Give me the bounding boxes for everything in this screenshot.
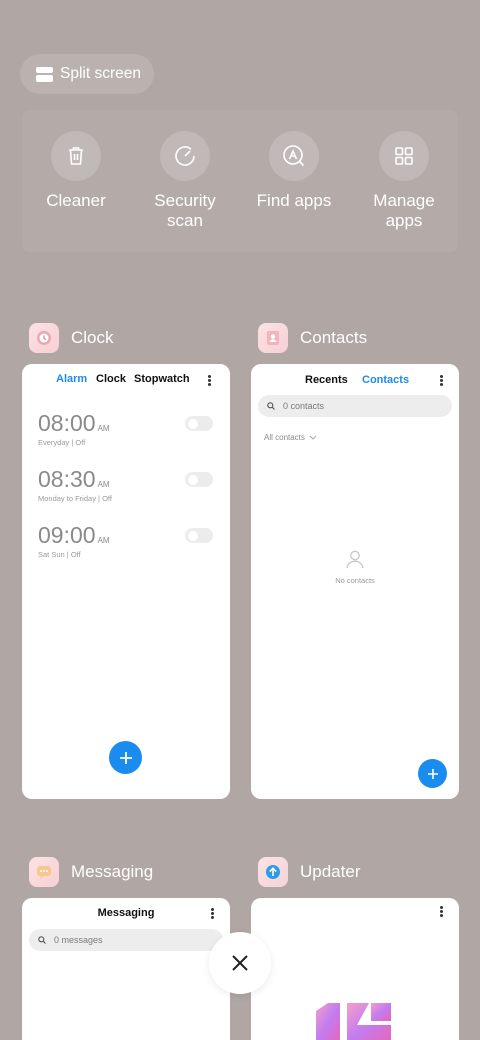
alarm-time: 09:00	[38, 522, 96, 548]
messaging-title: Messaging	[97, 907, 155, 919]
find-apps-button[interactable]: Find apps	[239, 131, 349, 211]
contacts-app-icon	[258, 323, 288, 353]
search-icon	[267, 402, 275, 410]
contacts-app-card[interactable]: Recents Contacts 0 contacts All contacts…	[251, 364, 459, 799]
tab-recents[interactable]: Recents	[305, 374, 348, 386]
more-options-icon[interactable]	[440, 906, 443, 917]
updater-app-header: Updater	[258, 857, 360, 887]
more-options-icon[interactable]	[211, 908, 214, 919]
tab-clock[interactable]: Clock	[96, 373, 126, 385]
plus-icon	[119, 751, 132, 764]
no-contacts-text: No contacts	[335, 576, 375, 585]
manage-apps-button[interactable]: Manage apps	[349, 131, 459, 231]
alarm-toggle[interactable]	[185, 472, 213, 487]
grid-icon	[379, 131, 429, 181]
alarm-toggle[interactable]	[185, 528, 213, 543]
tab-stopwatch[interactable]: Stopwatch	[134, 373, 190, 385]
clock-app-name: Clock	[71, 328, 114, 347]
messaging-app-name: Messaging	[71, 862, 154, 881]
messages-search-input[interactable]: 0 messages	[29, 929, 223, 951]
alarm-row[interactable]: 08:30 AM Monday to Friday | Off	[38, 466, 214, 510]
alarm-time: 08:30	[38, 466, 96, 492]
contacts-search-placeholder: 0 contacts	[283, 401, 325, 411]
clear-all-button[interactable]	[209, 932, 271, 994]
alarm-repeat: Everyday | Off	[38, 438, 86, 447]
split-screen-icon	[36, 66, 53, 82]
messaging-app-card[interactable]: Messaging 0 messages	[22, 898, 230, 1040]
tab-contacts[interactable]: Contacts	[362, 374, 409, 386]
alarm-toggle[interactable]	[185, 416, 213, 431]
clock-app-icon	[29, 323, 59, 353]
more-options-icon[interactable]	[208, 375, 211, 386]
split-screen-label: Split screen	[60, 65, 141, 82]
cleaner-label: Cleaner	[46, 191, 106, 210]
updater-app-card[interactable]	[251, 898, 459, 1040]
messaging-app-header: Messaging	[29, 857, 153, 887]
add-alarm-button[interactable]	[109, 741, 142, 774]
contacts-app-name: Contacts	[300, 328, 368, 347]
contacts-app-header: Contacts	[258, 323, 367, 353]
miui-14-logo	[316, 1003, 391, 1040]
close-icon	[232, 955, 248, 971]
alarm-time: 08:00	[38, 410, 96, 436]
updater-app-icon	[258, 857, 288, 887]
updater-app-name: Updater	[300, 862, 361, 881]
find-apps-icon	[269, 131, 319, 181]
alarm-repeat: Sat Sun | Off	[38, 550, 81, 559]
contacts-filter-label: All contacts	[264, 433, 305, 442]
security-scan-button[interactable]: Security scan	[130, 131, 240, 231]
split-screen-button[interactable]: Split screen	[20, 54, 154, 94]
plus-icon	[427, 768, 438, 779]
alarm-row[interactable]: 08:00 AM Everyday | Off	[38, 410, 214, 454]
contacts-search-input[interactable]: 0 contacts	[258, 395, 452, 417]
add-contact-button[interactable]	[418, 759, 447, 788]
messaging-app-icon	[29, 857, 59, 887]
more-options-icon[interactable]	[440, 375, 443, 386]
alarm-ampm: AM	[97, 424, 110, 433]
trash-icon	[51, 131, 101, 181]
messages-search-placeholder: 0 messages	[54, 935, 103, 945]
security-scan-label: Security scan	[154, 191, 216, 230]
find-apps-label: Find apps	[256, 191, 332, 210]
alarm-repeat: Monday to Friday | Off	[38, 494, 112, 503]
contacts-filter[interactable]: All contacts	[264, 433, 317, 442]
person-icon	[346, 550, 364, 569]
chevron-down-icon	[309, 435, 317, 440]
clock-app-card[interactable]: Alarm Clock Stopwatch 08:00 AM Everyday |…	[22, 364, 230, 799]
alarm-ampm: AM	[97, 536, 110, 545]
quick-tools-panel: Cleaner Security scan Find apps Manage a…	[22, 110, 458, 252]
alarm-row[interactable]: 09:00 AM Sat Sun | Off	[38, 522, 214, 566]
speedometer-icon	[160, 131, 210, 181]
search-icon	[38, 936, 46, 944]
alarm-ampm: AM	[97, 480, 110, 489]
clock-app-header: Clock	[29, 323, 114, 353]
manage-apps-label: Manage apps	[373, 191, 435, 230]
tab-alarm[interactable]: Alarm	[56, 373, 87, 385]
cleaner-button[interactable]: Cleaner	[21, 131, 131, 211]
